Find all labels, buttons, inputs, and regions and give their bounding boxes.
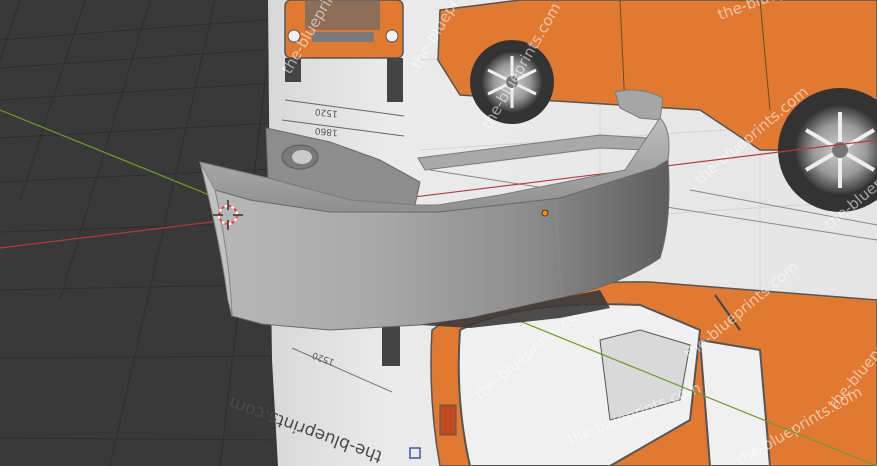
viewport-canvas[interactable]: 1520 1860 1520 the-blueprints.com the-bl… [0, 0, 877, 466]
dimension-label: 1860 [314, 125, 338, 137]
3d-viewport[interactable]: 1520 1860 1520 the-blueprints.com the-bl… [0, 0, 877, 466]
dimension-label: 1520 [314, 106, 338, 118]
object-origin[interactable] [541, 209, 549, 217]
